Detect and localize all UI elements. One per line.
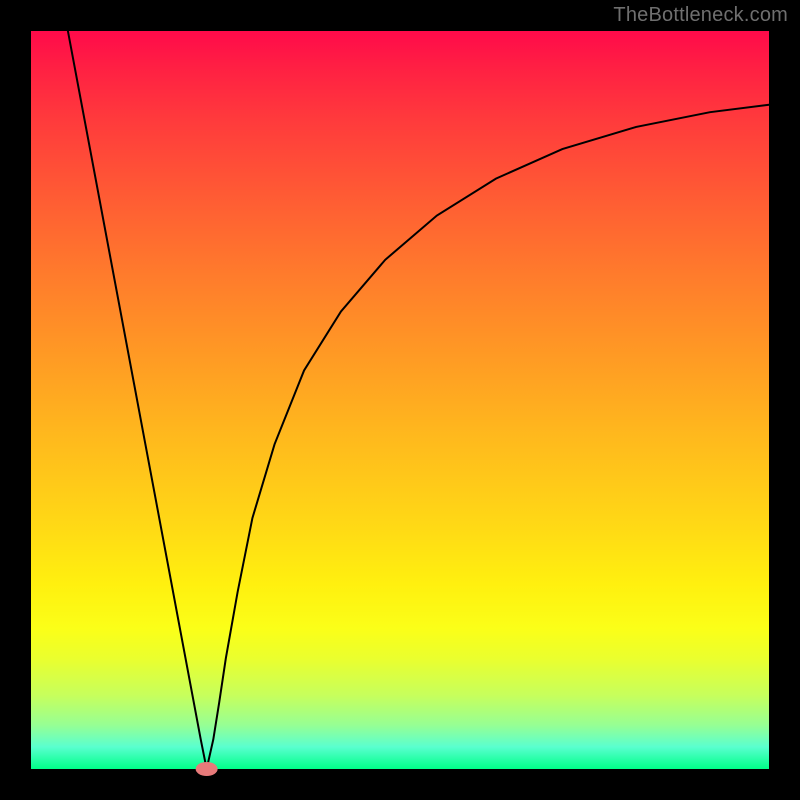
chart-frame: TheBottleneck.com	[0, 0, 800, 800]
watermark-text: TheBottleneck.com	[613, 4, 788, 27]
bottleneck-curve	[68, 31, 769, 769]
chart-svg	[31, 31, 769, 769]
min-marker	[196, 762, 218, 776]
